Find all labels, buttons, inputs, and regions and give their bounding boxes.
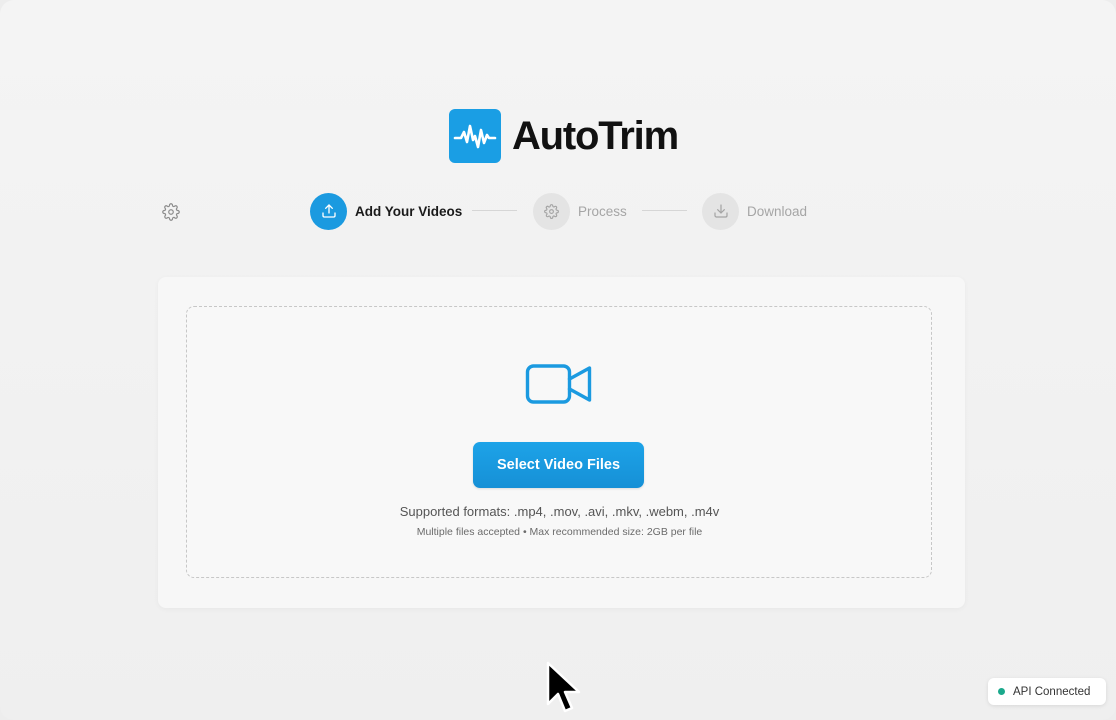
select-video-files-button[interactable]: Select Video Files xyxy=(473,442,644,488)
step-download-badge xyxy=(702,192,739,230)
step-add-videos-badge xyxy=(310,192,347,230)
api-status-badge: API Connected xyxy=(988,678,1106,705)
step-process[interactable]: Process xyxy=(533,192,627,230)
app-logo xyxy=(449,109,501,163)
gear-icon xyxy=(544,203,559,219)
video-camera-icon xyxy=(525,364,592,404)
step-process-badge xyxy=(533,192,570,230)
app-title: AutoTrim xyxy=(512,114,679,158)
supported-formats-text: Supported formats: .mp4, .mov, .avi, .mk… xyxy=(399,504,720,519)
step-connector xyxy=(642,210,687,211)
step-connector xyxy=(472,210,517,211)
waveform-icon xyxy=(453,124,497,149)
app-window: AutoTrim Add Your Videos Process Downloa… xyxy=(0,0,1116,720)
app-header: AutoTrim xyxy=(449,109,679,163)
step-add-videos[interactable]: Add Your Videos xyxy=(310,192,462,230)
api-status-text: API Connected xyxy=(1013,685,1091,698)
step-download-label: Download xyxy=(747,203,808,219)
upload-icon xyxy=(321,204,336,218)
step-download[interactable]: Download xyxy=(702,192,807,230)
download-icon xyxy=(713,204,728,218)
step-add-videos-label: Add Your Videos xyxy=(355,203,463,219)
gear-icon xyxy=(162,203,180,221)
settings-button[interactable] xyxy=(160,201,182,223)
step-process-label: Process xyxy=(578,203,627,219)
file-limits-text: Multiple files accepted • Max recommende… xyxy=(416,526,703,538)
status-dot-icon xyxy=(998,688,1005,695)
mouse-pointer-icon xyxy=(546,661,581,713)
